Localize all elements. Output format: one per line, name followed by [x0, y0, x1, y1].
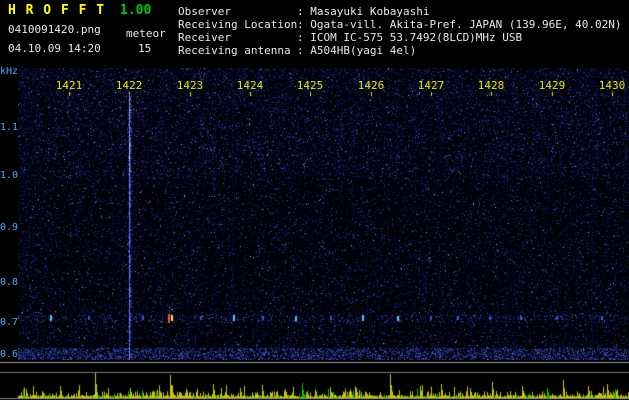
- info-row-observer: Observer : Masayuki Kobayashi: [178, 5, 622, 18]
- info-value: : Masayuki Kobayashi: [297, 5, 430, 18]
- time-label: 1425: [296, 79, 324, 92]
- freq-unit-label: kHz: [0, 66, 19, 77]
- info-label: Receiving antenna: [178, 44, 291, 57]
- time-label: 1421: [55, 79, 83, 92]
- freq-label: 0.8: [0, 277, 19, 288]
- freq-label: 0.7: [0, 317, 19, 328]
- app-version: 1.00: [120, 3, 152, 18]
- time-label: 1429: [538, 79, 566, 92]
- time-label: 1426: [357, 79, 385, 92]
- time-label: 1422: [115, 79, 143, 92]
- app-title: H R O F F T: [8, 3, 106, 18]
- level-canvas: [0, 360, 629, 400]
- info-row-receiver: Receiver : ICOM IC-575 53.7492(8LCD)MHz U…: [178, 31, 622, 44]
- time-label: 1424: [236, 79, 264, 92]
- info-label: Receiving Location: [178, 18, 298, 31]
- info-value: : ICOM IC-575 53.7492(8LCD)MHz USB: [297, 31, 523, 44]
- freq-label: 0.6: [0, 349, 19, 360]
- datetime-label: 04.10.09 14:20: [8, 42, 101, 55]
- time-label: 1427: [417, 79, 445, 92]
- time-label: 1428: [477, 79, 505, 92]
- info-value: : Ogata-vill. Akita-Pref. JAPAN (139.96E…: [297, 18, 622, 31]
- hrofft-window: H R O F F T 1.00 0410091420.png meteor 0…: [0, 0, 629, 400]
- info-row-antenna: Receiving antenna : A504HB(yagi 4el): [178, 44, 622, 57]
- spectrogram-canvas: [18, 68, 629, 360]
- freq-label: 1.0: [0, 170, 19, 181]
- info-value: : A504HB(yagi 4el): [297, 44, 417, 57]
- time-label: 1430: [598, 79, 626, 92]
- station-info: Observer : Masayuki Kobayashi Receiving L…: [178, 5, 622, 57]
- echo-count: 15: [138, 42, 152, 55]
- freq-label: 0.9: [0, 222, 19, 233]
- time-label: 1423: [176, 79, 204, 92]
- freq-label: 1.1: [0, 122, 19, 133]
- info-label: Receiver: [178, 31, 231, 44]
- mode-label: meteor: [126, 27, 166, 40]
- output-filename: 0410091420.png: [8, 23, 101, 36]
- info-row-location: Receiving Location: Ogata-vill. Akita-Pr…: [178, 18, 622, 31]
- info-label: Observer: [178, 5, 231, 18]
